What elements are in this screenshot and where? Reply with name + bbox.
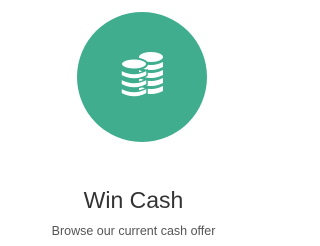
card-subtitle: Browse our current cash offer bbox=[51, 224, 216, 238]
card-title: Win Cash bbox=[83, 187, 184, 213]
coins-icon bbox=[120, 52, 163, 98]
icon-circle bbox=[77, 12, 207, 142]
win-cash-card[interactable]: Win Cash Browse our current cash offer bbox=[0, 0, 267, 246]
